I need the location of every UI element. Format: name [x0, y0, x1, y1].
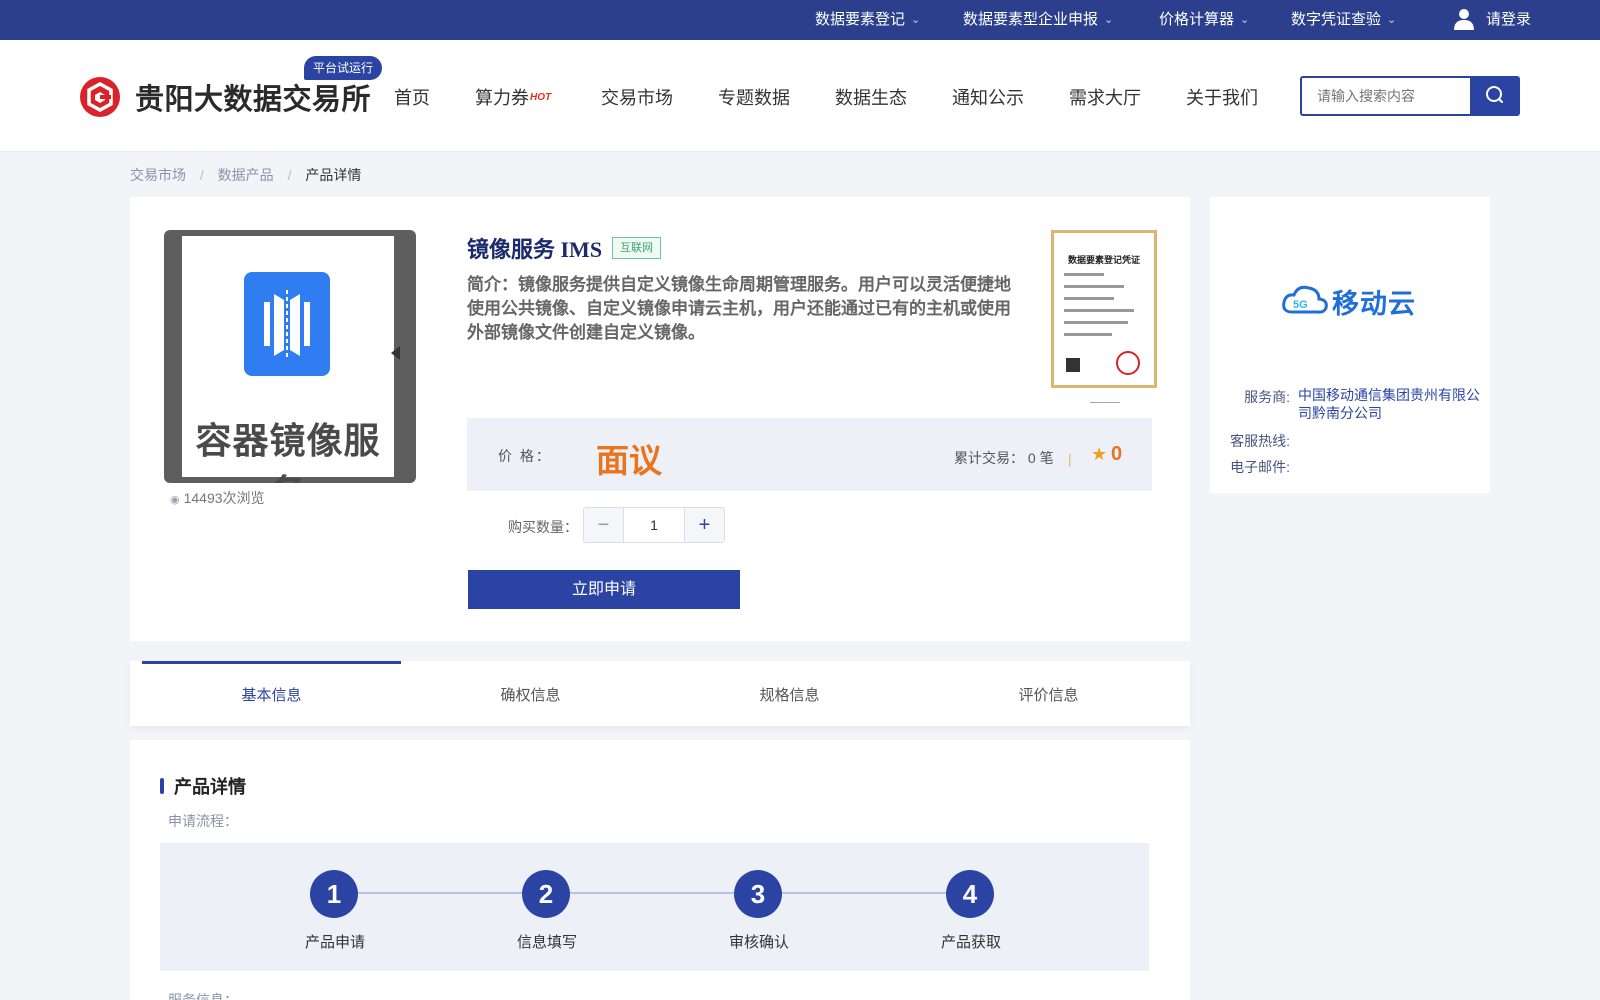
- nav-data-ecosystem[interactable]: 数据生态: [835, 84, 907, 110]
- view-count: ◉ 14493次浏览: [170, 490, 265, 506]
- nav-compute-voucher[interactable]: 算力券: [475, 84, 529, 110]
- section-marker: [160, 778, 164, 794]
- apply-now-button[interactable]: 立即申请: [468, 570, 740, 609]
- price-label: 价 格：: [498, 448, 552, 464]
- star-icon[interactable]: ★: [1091, 444, 1107, 465]
- breadcrumb-trading-market[interactable]: 交易市场: [130, 167, 186, 183]
- qr-code-icon: [1066, 358, 1080, 372]
- service-info-label: 服务信息：: [168, 992, 238, 1000]
- registration-certificate[interactable]: 数据要素登记凭证: [1051, 230, 1157, 388]
- search-input[interactable]: [1300, 76, 1472, 116]
- search-button[interactable]: [1470, 76, 1520, 116]
- user-icon[interactable]: [1452, 7, 1476, 31]
- topbar-link-price-calculator[interactable]: 价格计算器 ⌄: [1159, 0, 1249, 40]
- tab-basic-info[interactable]: 基本信息: [142, 661, 401, 726]
- step-3-label: 审核确认: [728, 934, 789, 951]
- chevron-down-icon: ⌄: [911, 14, 921, 26]
- carousel-arrow-icon[interactable]: [391, 346, 400, 360]
- divider: |: [1068, 451, 1072, 467]
- quantity-label: 购买数量：: [508, 519, 578, 535]
- nav-trading-market[interactable]: 交易市场: [601, 84, 673, 110]
- application-flow-label: 申请流程：: [168, 813, 238, 829]
- certificate-line: [1064, 333, 1112, 336]
- cumulative-deals: 累计交易： 0 笔: [954, 450, 1054, 466]
- quantity-stepper: − 1 +: [583, 507, 725, 543]
- step-1-label: 产品申请: [304, 934, 365, 951]
- nav-demand-hall[interactable]: 需求大厅: [1069, 84, 1141, 110]
- mirror-icon: [244, 272, 330, 376]
- nav-home[interactable]: 首页: [394, 84, 430, 110]
- step-2-badge: 2: [522, 870, 570, 918]
- tab-reviews[interactable]: 评价信息: [919, 661, 1178, 726]
- breadcrumb-data-products[interactable]: 数据产品: [218, 167, 274, 183]
- cloud-5g-icon: 5G: [1282, 285, 1328, 314]
- seal-icon: [1116, 351, 1140, 375]
- breadcrumb: 交易市场 / 数据产品 / 产品详情: [130, 165, 371, 185]
- login-link[interactable]: 请登录: [1486, 0, 1531, 40]
- step-2-label: 信息填写: [516, 934, 577, 951]
- email-label: 电子邮件:: [1230, 459, 1290, 475]
- step-3-badge: 3: [734, 870, 782, 918]
- breadcrumb-current: 产品详情: [305, 167, 362, 183]
- topbar-link-enterprise-declaration[interactable]: 数据要素型企业申报 ⌄: [963, 0, 1113, 40]
- rating-score: 0: [1111, 443, 1123, 465]
- trial-badge: 平台试运行: [304, 56, 383, 80]
- nav-topic-data[interactable]: 专题数据: [718, 84, 790, 110]
- tab-spec-info[interactable]: 规格信息: [660, 661, 919, 726]
- step-1-badge: 1: [310, 870, 358, 918]
- eye-icon: ◉: [170, 494, 180, 506]
- svg-text:5G: 5G: [1293, 299, 1308, 311]
- info-tabs: 基本信息 确权信息 规格信息 评价信息: [130, 661, 1190, 726]
- quantity-value[interactable]: 1: [624, 508, 684, 542]
- step-4-badge: 4: [946, 870, 994, 918]
- certificate-title: 数据要素登记凭证: [1067, 255, 1140, 265]
- price-value: 面议: [596, 442, 662, 479]
- logo-icon[interactable]: [79, 76, 121, 118]
- increase-quantity-button[interactable]: +: [684, 508, 724, 542]
- search-icon: [1486, 86, 1503, 103]
- hotline-label: 客服热线:: [1230, 433, 1290, 449]
- product-image-caption: 容器镜像服务: [195, 420, 381, 483]
- vendor-logo: 5G 移动云: [1280, 278, 1425, 324]
- tab-rights-info[interactable]: 确权信息: [401, 661, 660, 726]
- product-intro: 简介：镜像服务提供自定义镜像生命周期管理服务。用户可以灵活便捷地使用公共镜像、自…: [467, 275, 1011, 342]
- top-bar: 数据要素登记 ⌄ 数据要素型企业申报 ⌄ 价格计算器 ⌄ 数字凭证查验 ⌄ 请登录: [0, 0, 1600, 40]
- topbar-link-data-registration[interactable]: 数据要素登记 ⌄: [815, 0, 920, 40]
- chevron-down-icon: ⌄: [1104, 14, 1114, 26]
- product-title: 镜像服务 IMS: [467, 237, 603, 262]
- step-4-label: 产品获取: [940, 934, 1001, 951]
- product-image: 容器镜像服务: [164, 230, 416, 483]
- service-provider-value[interactable]: 中国移动通信集团贵州有限公司黔南分公司: [1298, 386, 1482, 422]
- vendor-logo-text: 移动云: [1332, 289, 1416, 319]
- decrease-quantity-button[interactable]: −: [584, 508, 624, 542]
- certificate-line: [1064, 285, 1124, 288]
- certificate-line: [1064, 273, 1104, 276]
- topbar-link-certificate-check[interactable]: 数字凭证查验 ⌄: [1291, 0, 1396, 40]
- breadcrumb-separator: /: [287, 167, 292, 183]
- certificate-line: [1064, 321, 1128, 324]
- nav-notices[interactable]: 通知公示: [952, 84, 1024, 110]
- chevron-down-icon: ⌄: [1240, 14, 1250, 26]
- certificate-indicator: [1090, 402, 1120, 403]
- chevron-down-icon: ⌄: [1387, 14, 1397, 26]
- certificate-line: [1064, 309, 1134, 312]
- nav-about-us[interactable]: 关于我们: [1186, 84, 1258, 110]
- site-logo-text[interactable]: 贵阳大数据交易所: [135, 76, 371, 118]
- flow-connector: [334, 892, 970, 894]
- category-tag: 互联网: [612, 237, 661, 259]
- breadcrumb-separator: /: [199, 167, 204, 183]
- section-title: 产品详情: [174, 777, 246, 797]
- service-provider-label: 服务商:: [1244, 389, 1290, 405]
- hot-badge: HOT: [530, 92, 552, 103]
- certificate-line: [1064, 297, 1114, 300]
- main-header: 贵阳大数据交易所 平台试运行 首页 算力券 HOT 交易市场 专题数据 数据生态…: [0, 40, 1600, 152]
